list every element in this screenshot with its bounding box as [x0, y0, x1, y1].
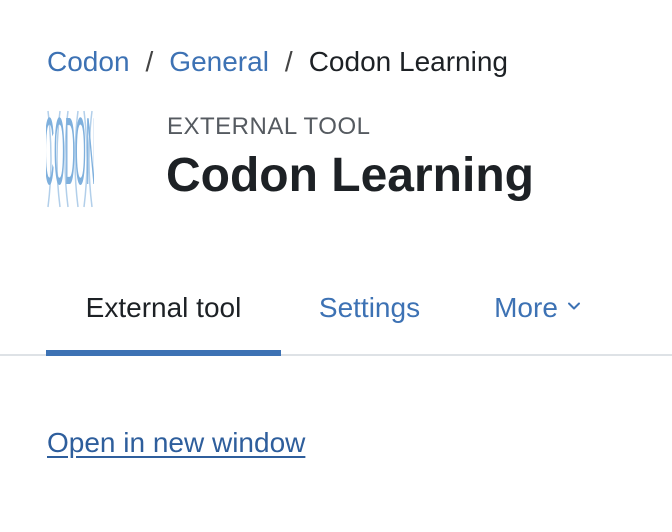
breadcrumb-separator: / — [145, 46, 154, 77]
tab-label: Settings — [318, 292, 421, 323]
page-kicker: EXTERNAL TOOL — [167, 113, 371, 140]
breadcrumb-link-general[interactable]: General — [169, 46, 269, 77]
secondary-navigation-tabs: External tool Settings More — [0, 262, 672, 356]
breadcrumb: Codon / General / Codon Learning — [47, 44, 508, 80]
page: Codon / General / Codon Learning CODON EXTER… — [0, 0, 672, 532]
page-title: Codon Learning — [166, 149, 534, 202]
tab-more-dropdown[interactable]: More — [478, 262, 598, 354]
breadcrumb-separator: / — [284, 46, 293, 77]
tab-label: External tool — [85, 292, 242, 323]
breadcrumb-link-codon[interactable]: Codon — [47, 46, 130, 77]
chevron-down-icon — [567, 302, 580, 310]
tab-settings[interactable]: Settings — [292, 262, 447, 354]
breadcrumb-current: Codon Learning — [308, 46, 508, 77]
open-in-new-window-link[interactable]: Open in new window — [47, 425, 305, 461]
activity-logo-icon: CODON — [44, 99, 96, 211]
tab-label: More — [494, 292, 558, 323]
tab-external-tool[interactable]: External tool — [46, 262, 281, 356]
